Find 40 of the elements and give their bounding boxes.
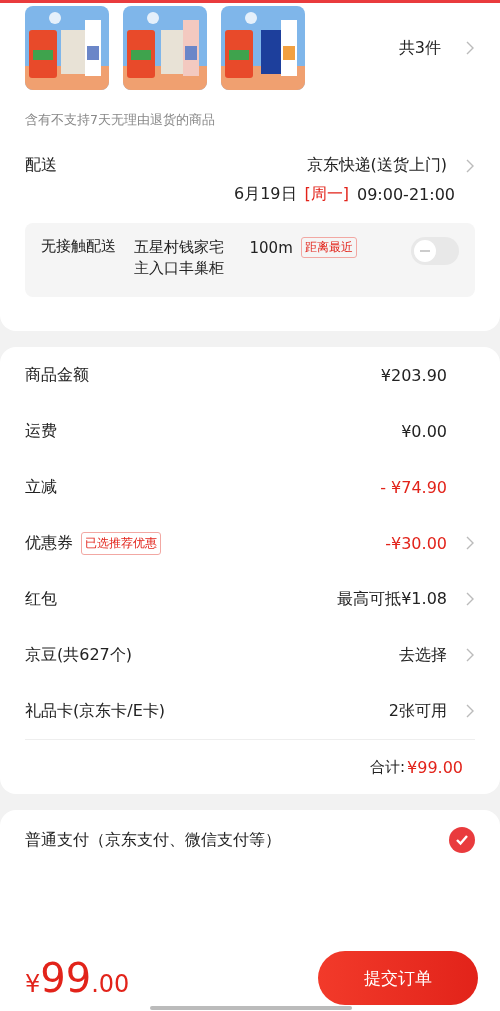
radio-check[interactable] [449,827,475,853]
summary-label: 礼品卡(京东卡/E卡) [25,700,165,722]
total-amount: ¥99.00 [407,757,463,777]
summary-value: - ¥74.90 [380,477,447,497]
delivery-method[interactable]: 京东快递(送货上门) [306,155,447,176]
summary-value[interactable]: 去选择 [399,644,447,666]
total-price: ¥99.00 [25,955,130,1001]
summary-value[interactable]: 最高可抵¥1.08 [337,588,447,610]
summary-value[interactable]: 2张可用 [388,700,447,722]
delivery-label: 配送 [25,155,57,176]
total-label: 合计: [369,757,405,777]
summary-label: 红包 [25,588,57,610]
summary-label: 优惠券 [25,532,73,554]
return-notice: 含有不支持7天无理由退货的商品 [25,111,216,129]
summary-label: 运费 [25,420,57,442]
checkmark-icon [455,834,469,846]
chevron-icon [465,647,475,663]
summary-value[interactable]: -¥30.00 [385,533,447,553]
summary-label: 商品金额 [25,364,89,386]
pickup-location: 五星村钱家宅主入口丰巢柜 [134,237,225,279]
contactless-toggle[interactable] [411,237,459,265]
chevron-icon [465,157,475,174]
chevron-icon [465,703,475,719]
delivery-date: 6月19日 [233,184,297,205]
summary-label: 立减 [25,476,57,498]
summary-value: ¥203.90 [380,365,447,385]
delivery-weekday: [周一] [304,184,349,205]
chevron-icon [465,535,475,551]
chevron-icon [465,40,475,56]
delivery-time: 09:00-21:00 [357,185,455,204]
coupon-tag: 已选推荐优惠 [81,531,161,555]
chevron-icon [465,591,475,607]
summary-label: 京豆(共627个) [25,644,133,666]
distance: 100m [249,238,293,257]
payment-option[interactable]: 普通支付（京东支付、微信支付等） [25,829,281,851]
contactless-label: 无接触配送 [41,237,116,256]
submit-order-button[interactable]: 提交订单 [318,951,478,1005]
nearest-tag: 距离最近 [300,237,357,258]
summary-value: ¥0.00 [401,421,447,441]
item-count[interactable]: 共3件 [398,37,441,59]
